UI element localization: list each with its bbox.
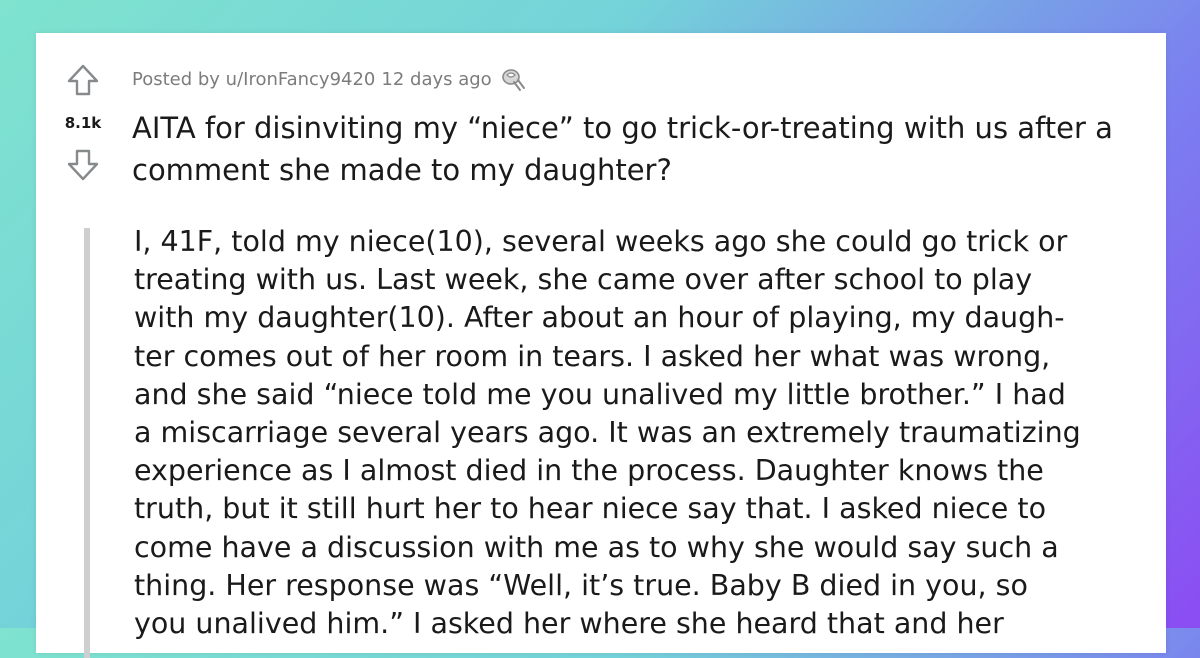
body-line: with my daughter(10). After about an hou… [134,301,1065,335]
posted-by[interactable]: Posted by u/IronFancy9420 [132,69,375,90]
post-age: 12 days ago [381,68,492,90]
body-line: treating with us. Last week, she came ov… [134,263,1033,297]
post-title[interactable]: AITA for disinviting my “niece” to go tr… [132,107,1152,191]
post-meta: Posted by u/IronFancy9420 12 days ago [132,66,526,92]
body-line: a miscarriage several years ago. It was … [134,416,1081,450]
award-icon[interactable] [500,66,526,92]
body-line: truth, but it still hurt her to hear nie… [134,492,1046,526]
upvote-arrow-icon[interactable] [66,63,100,97]
body-line: you unalived him.” I asked her where she… [134,607,1004,641]
body-line: come have a discussion with me as to why… [134,530,1059,564]
downvote-arrow-icon[interactable] [66,148,100,182]
post-card: 8.1k Posted by u/IronFancy9420 12 days ag… [36,33,1166,658]
body-line: I, 41F, told my niece(10), several weeks… [134,225,1068,258]
vote-score: 8.1k [64,114,102,132]
post-body: I, 41F, told my niece(10), several weeks… [134,223,1134,643]
body-line: and she said “niece told me you unalived… [134,377,1066,411]
body-line: experience as I almost died in the proce… [134,454,1044,488]
body-line: ter comes out of her room in tears. I as… [134,339,1051,373]
body-line: thing. Her response was “Well, it’s true… [134,568,1028,602]
quote-bar [84,228,90,658]
vote-column: 8.1k [36,33,132,233]
